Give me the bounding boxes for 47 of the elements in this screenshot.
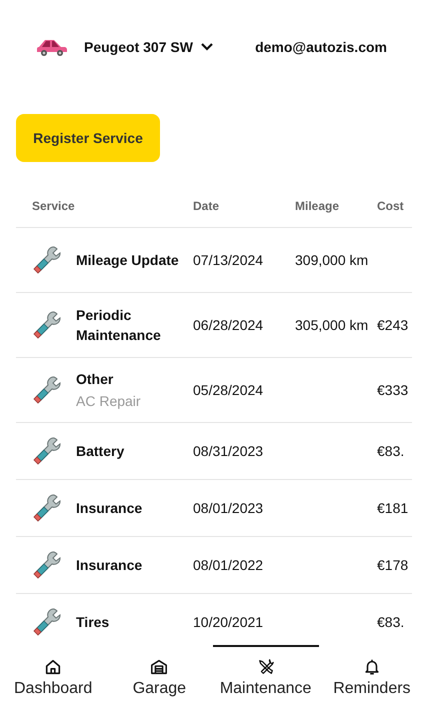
service-name: Tires	[76, 613, 110, 632]
service-note: AC Repair	[76, 392, 141, 411]
user-email: demo@autozis.com	[255, 39, 387, 55]
column-header: Service	[32, 199, 76, 213]
cost-cell: €83.	[377, 443, 404, 459]
service-name: Insurance	[76, 499, 142, 518]
nav-tab[interactable]: Maintenance	[212, 645, 319, 709]
car-icon	[36, 37, 68, 57]
wrench-icon	[32, 436, 62, 466]
service-name: Battery	[76, 442, 124, 461]
date-cell-text: 06/28/2024	[193, 316, 264, 335]
nav-tab[interactable]: Garage	[106, 645, 212, 709]
wrench-icon	[32, 245, 62, 275]
mileage-cell: 305,000 km	[295, 317, 368, 333]
register-service-button[interactable]: Register Service	[16, 114, 160, 162]
date-cell-text: 10/20/2021	[193, 613, 264, 632]
cost-cell: €178	[377, 557, 408, 573]
cost-cell: €181	[377, 500, 408, 516]
service-name: Other	[76, 370, 114, 389]
wrench-icon	[32, 375, 62, 405]
wrench-icon	[32, 310, 62, 340]
date-cell-text: 05/28/2024	[193, 381, 264, 400]
garage-icon	[150, 658, 168, 676]
nav-tab[interactable]: Dashboard	[0, 645, 106, 709]
cost-cell: €243	[377, 317, 408, 333]
wrench-icon	[32, 550, 62, 580]
mileage-cell: 309,000 km	[295, 252, 368, 268]
date-cell-text: 08/31/2023	[193, 442, 264, 461]
service-name: Mileage Update	[76, 251, 179, 270]
wrench-icon	[32, 607, 62, 637]
column-header: Cost	[377, 199, 405, 213]
service-name: Insurance	[76, 556, 142, 575]
cost-cell: €333	[377, 382, 408, 398]
wrench-icon	[32, 493, 62, 523]
date-cell-text: 07/13/2024	[193, 251, 264, 270]
vehicle-selector[interactable]: Peugeot 307 SW	[84, 39, 213, 55]
date-cell-text: 08/01/2022	[193, 556, 264, 575]
cost-cell: €83.	[377, 614, 404, 630]
tools-icon	[256, 658, 275, 676]
bell-icon	[362, 658, 381, 676]
nav-tab[interactable]: Reminders	[318, 645, 425, 709]
service-name: Periodic Maintenance	[76, 306, 162, 345]
column-header: Mileage	[295, 199, 340, 213]
chevron-down-icon	[200, 42, 213, 52]
home-icon	[44, 658, 62, 676]
column-header: Date	[193, 199, 220, 213]
date-cell-text: 08/01/2023	[193, 499, 264, 518]
